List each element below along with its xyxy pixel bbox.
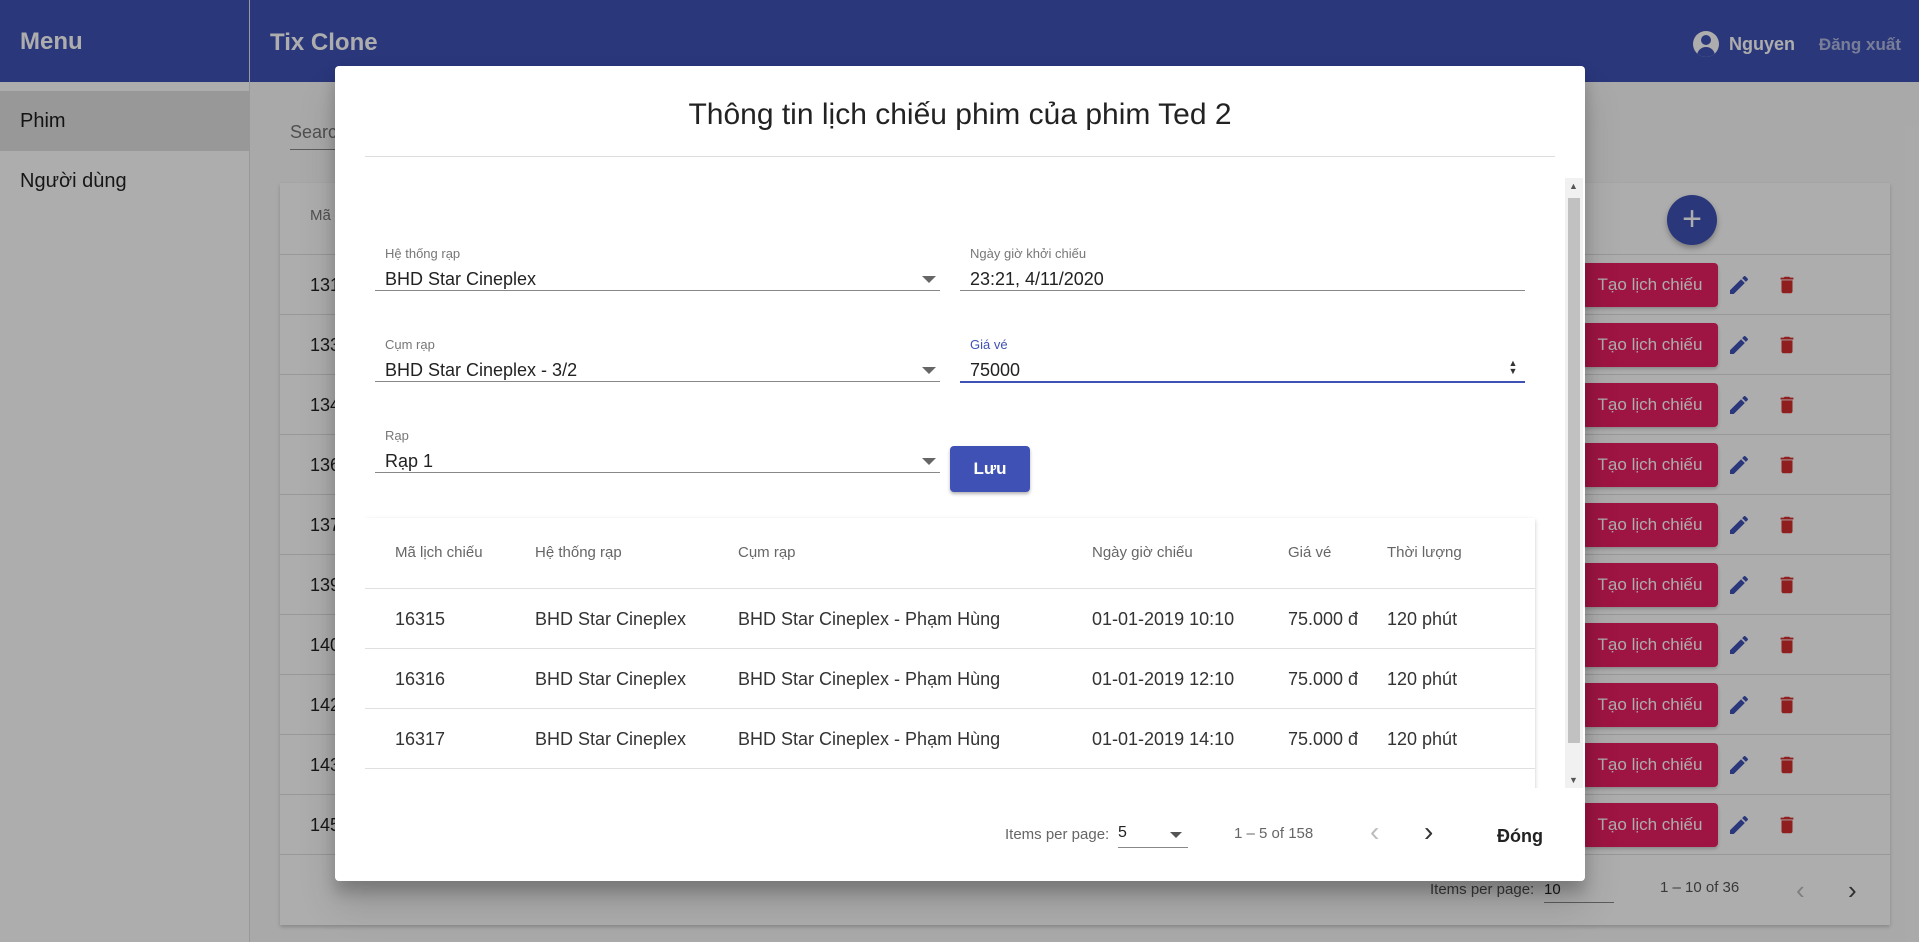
showtime-dialog: Thông tin lịch chiếu phim của phim Ted 2…	[335, 66, 1585, 881]
chevron-right-icon[interactable]: ›	[1424, 816, 1433, 848]
field-label: Rạp	[385, 428, 409, 443]
table-cell: 01-01-2019 10:10	[1092, 609, 1235, 629]
items-per-page-label: Items per page:	[1005, 826, 1110, 843]
table-cell: 120 phút	[1387, 669, 1458, 689]
scrollbar-thumb[interactable]	[1568, 198, 1580, 743]
table-cell: BHD Star Cineplex	[535, 669, 687, 689]
table-cell: BHD Star Cineplex	[535, 609, 687, 629]
field-value: BHD Star Cineplex	[385, 269, 537, 289]
table-cell: 75.000 đ	[1288, 729, 1359, 749]
dropdown-arrow-icon	[1170, 832, 1182, 838]
close-button[interactable]: Đóng	[1485, 816, 1555, 856]
field-value: 75000	[970, 360, 1021, 380]
field-value: 23:21, 4/11/2020	[970, 269, 1104, 289]
dropdown-arrow-icon	[922, 367, 936, 374]
table-row: 16316 BHD Star Cineplex BHD Star Cineplex …	[365, 649, 1535, 709]
column-header: Mã lịch chiếu	[395, 544, 483, 561]
showtime-table: Mã lịch chiếu Hệ thống rạp Cụm rạp Ngày …	[365, 518, 1535, 788]
table-cell: BHD Star Cineplex	[535, 729, 687, 749]
save-button[interactable]: Lưu	[950, 446, 1030, 492]
column-header: Giá vé	[1288, 544, 1332, 561]
table-header: Mã lịch chiếu Hệ thống rạp Cụm rạp Ngày …	[365, 518, 1535, 589]
page-range: 1 – 5 of 158	[1234, 825, 1314, 842]
showtime-datetime-input[interactable]: Ngày giờ khởi chiếu 23:21, 4/11/2020	[960, 246, 1525, 291]
field-label: Giá vé	[970, 337, 1008, 352]
table-cell: 75.000 đ	[1288, 609, 1359, 629]
table-cell: 16317	[395, 729, 446, 749]
field-label: Ngày giờ khởi chiếu	[970, 246, 1087, 261]
dropdown-arrow-icon	[922, 276, 936, 283]
field-label: Hệ thống rạp	[385, 246, 461, 261]
table-row: 16318BHD Star CineplexBHD Star Cineplex …	[365, 769, 1535, 788]
table-cell: 120 phút	[1387, 609, 1458, 629]
dialog-scrollbar[interactable]: ▲ ▼	[1565, 178, 1583, 788]
scroll-up-icon[interactable]: ▲	[1569, 181, 1578, 191]
table-cell: BHD Star Cineplex - Phạm Hùng	[738, 609, 1001, 629]
theater-select[interactable]: Rạp Rạp 1	[375, 428, 940, 473]
table-cell: 16315	[395, 609, 446, 629]
chevron-left-icon[interactable]: ‹	[1370, 816, 1379, 848]
scroll-down-icon[interactable]: ▼	[1569, 775, 1578, 785]
cinema-cluster-select[interactable]: Cụm rạp BHD Star Cineplex - 3/2	[375, 337, 940, 382]
table-cell: 16316	[395, 669, 446, 689]
table-cell: BHD Star Cineplex - Phạm Hùng	[738, 669, 1001, 689]
column-header: Cụm rạp	[738, 544, 796, 561]
table-cell: 01-01-2019 14:10	[1092, 729, 1235, 749]
table-cell: BHD Star Cineplex - Phạm Hùng	[738, 729, 1001, 749]
field-label: Cụm rạp	[385, 337, 435, 352]
dialog-title: Thông tin lịch chiếu phim của phim Ted 2	[365, 66, 1555, 157]
field-value: BHD Star Cineplex - 3/2	[385, 360, 578, 380]
number-spinner-icon[interactable]: ▲ ▼	[1507, 359, 1519, 377]
items-per-page-value: 5	[1118, 824, 1127, 841]
dialog-actions: Items per page: 5 1 – 5 of 158 ‹ › Đóng	[335, 788, 1585, 881]
items-per-page-select[interactable]: 5	[1118, 824, 1188, 848]
column-header: Ngày giờ chiếu	[1092, 544, 1193, 561]
table-cell: 75.000 đ	[1288, 669, 1359, 689]
dropdown-arrow-icon	[922, 458, 936, 465]
field-value: Rạp 1	[385, 451, 434, 471]
table-cell: 01-01-2019 12:10	[1092, 669, 1235, 689]
ticket-price-input[interactable]: Giá vé 75000 ▲ ▼	[960, 337, 1525, 383]
dialog-content: Hệ thống rạp BHD Star Cineplex Ngày giờ …	[365, 178, 1568, 788]
column-header: Hệ thống rạp	[535, 544, 622, 561]
table-cell: 120 phút	[1387, 729, 1458, 749]
table-row: 16317 BHD Star Cineplex BHD Star Cineplex …	[365, 709, 1535, 769]
column-header: Thời lượng	[1387, 544, 1462, 561]
cinema-system-select[interactable]: Hệ thống rạp BHD Star Cineplex	[375, 246, 940, 291]
table-row: 16315 BHD Star Cineplex BHD Star Cineplex …	[365, 589, 1535, 649]
